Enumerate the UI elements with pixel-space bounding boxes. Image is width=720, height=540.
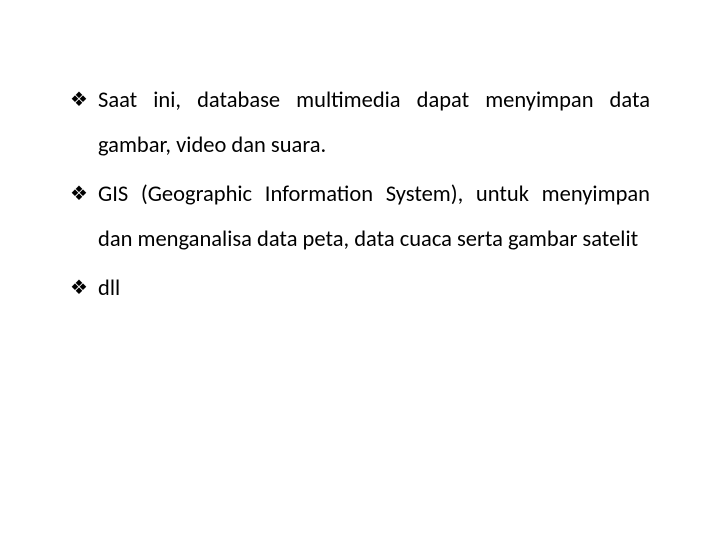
bullet-list: Saat ini, database multimedia dapat meny… <box>70 78 650 311</box>
list-item: Saat ini, database multimedia dapat meny… <box>70 78 650 168</box>
bullet-text: GIS (Geographic Information System), unt… <box>98 181 650 253</box>
bullet-text: dll <box>98 275 120 302</box>
bullet-text: Saat ini, database multimedia dapat meny… <box>98 87 650 159</box>
list-item: dll <box>70 266 650 311</box>
slide-container: Saat ini, database multimedia dapat meny… <box>0 0 720 540</box>
list-item: GIS (Geographic Information System), unt… <box>70 172 650 262</box>
